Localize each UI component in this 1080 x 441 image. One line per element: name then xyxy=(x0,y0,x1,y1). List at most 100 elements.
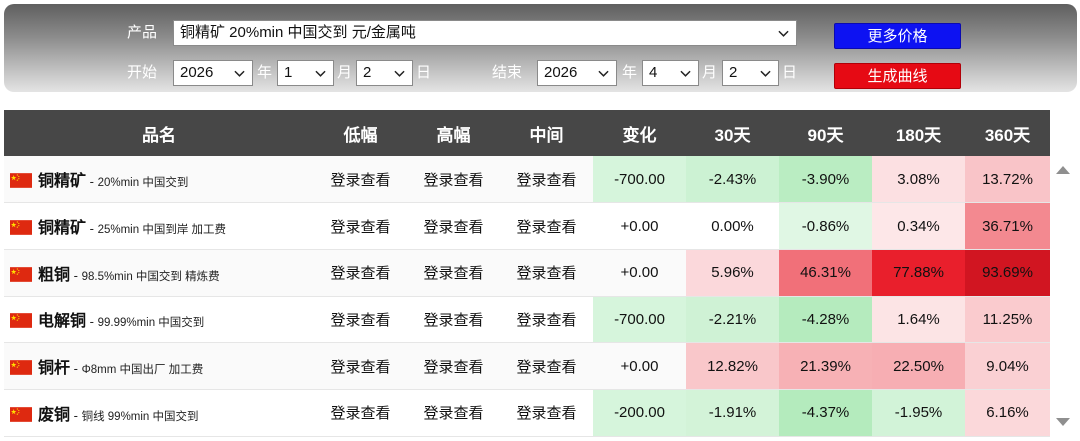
start-month-select[interactable]: 1 xyxy=(277,60,334,86)
cell-d180: -1.95% xyxy=(872,389,965,437)
header-360d[interactable]: 360天 xyxy=(965,110,1050,156)
header-180d[interactable]: 180天 xyxy=(872,110,965,156)
name-separator: - xyxy=(86,221,98,237)
cell-d90: 46.31% xyxy=(779,249,872,297)
login-to-view-link[interactable]: 登录查看 xyxy=(314,249,407,297)
cell-change: -200.00 xyxy=(593,389,686,437)
header-30d[interactable]: 30天 xyxy=(686,110,779,156)
product-cell[interactable]: 铜杆 - Φ8mm 中国出厂 加工费 xyxy=(4,342,314,390)
product-spec: 99.99%min 中国交到 xyxy=(97,317,205,330)
product-cell[interactable]: 铜精矿 - 25%min 中国到岸 加工费 xyxy=(4,202,314,250)
name-separator: - xyxy=(70,267,82,283)
cell-d360: 9.04% xyxy=(965,342,1050,390)
login-to-view-link[interactable]: 登录查看 xyxy=(500,202,593,250)
triangle-up-icon[interactable] xyxy=(1056,166,1070,174)
end-label: 结束 xyxy=(492,64,523,81)
product-cell[interactable]: 粗铜 - 98.5%min 中国交到 精炼费 xyxy=(4,249,314,297)
product-spec: 25%min 中国到岸 加工费 xyxy=(97,224,227,237)
start-year-unit: 年 xyxy=(257,64,273,81)
chevron-down-icon xyxy=(394,70,405,77)
more-prices-button[interactable]: 更多价格 xyxy=(834,23,961,49)
product-select[interactable]: 铜精矿 20%min 中国交到 元/金属吨 xyxy=(173,20,797,46)
login-to-view-link[interactable]: 登录查看 xyxy=(500,156,593,204)
cell-d90: -3.90% xyxy=(779,156,872,204)
header-name[interactable]: 品名 xyxy=(4,110,314,156)
chevron-down-icon xyxy=(680,70,691,77)
login-to-view-link[interactable]: 登录查看 xyxy=(500,296,593,344)
cell-d90: 21.39% xyxy=(779,342,872,390)
name-separator: - xyxy=(70,407,82,423)
login-to-view-link[interactable]: 登录查看 xyxy=(407,202,500,250)
china-flag-icon xyxy=(10,313,32,329)
cell-d90: -4.37% xyxy=(779,389,872,437)
header-low[interactable]: 低幅 xyxy=(314,110,407,156)
login-to-view-link[interactable]: 登录查看 xyxy=(500,342,593,390)
end-day-value: 2 xyxy=(729,64,738,81)
cell-d180: 22.50% xyxy=(872,342,965,390)
product-name: 废铜 xyxy=(38,406,71,424)
login-to-view-link[interactable]: 登录查看 xyxy=(314,342,407,390)
end-month-select[interactable]: 4 xyxy=(642,60,699,86)
product-cell[interactable]: 铜精矿 - 20%min 中国交到 xyxy=(4,156,314,204)
cell-d90: -4.28% xyxy=(779,296,872,344)
table-row[interactable]: 铜精矿 - 20%min 中国交到 登录查看 登录查看 登录查看 -700.00 -2.4… xyxy=(4,156,1050,204)
product-select-value: 铜精矿 20%min 中国交到 元/金属吨 xyxy=(180,24,416,41)
cell-d360: 13.72% xyxy=(965,156,1050,204)
start-year-select[interactable]: 2026 xyxy=(173,60,253,86)
header-high[interactable]: 高幅 xyxy=(407,110,500,156)
login-to-view-link[interactable]: 登录查看 xyxy=(314,389,407,437)
product-cell[interactable]: 废铜 - 铜线 99%min 中国交到 xyxy=(4,389,314,437)
login-to-view-link[interactable]: 登录查看 xyxy=(500,249,593,297)
product-name: 粗铜 xyxy=(38,266,71,284)
end-month-value: 4 xyxy=(649,64,658,81)
table-scrollbar[interactable] xyxy=(1050,156,1076,437)
login-to-view-link[interactable]: 登录查看 xyxy=(407,296,500,344)
china-flag-icon xyxy=(10,360,32,375)
table-row[interactable]: 铜精矿 - 25%min 中国到岸 加工费 登录查看 登录查看 登录查看 +0.00 0.… xyxy=(4,202,1050,250)
china-flag-icon xyxy=(10,266,32,282)
start-day-select[interactable]: 2 xyxy=(356,60,413,86)
cell-change: +0.00 xyxy=(593,342,686,390)
login-to-view-link[interactable]: 登录查看 xyxy=(314,296,407,344)
cell-d30: -2.43% xyxy=(686,156,779,204)
china-flag-icon xyxy=(10,406,32,422)
product-cell[interactable]: 电解铜 - 99.99%min 中国交到 xyxy=(4,296,314,344)
header-change[interactable]: 变化 xyxy=(593,110,686,156)
login-to-view-link[interactable]: 登录查看 xyxy=(500,389,593,437)
generate-curve-button[interactable]: 生成曲线 xyxy=(834,63,961,89)
name-separator: - xyxy=(86,174,98,190)
name-separator: - xyxy=(86,314,98,330)
cell-d30: -2.21% xyxy=(686,296,779,344)
cell-d360: 93.69% xyxy=(965,249,1050,297)
login-to-view-link[interactable]: 登录查看 xyxy=(407,342,500,390)
table-row[interactable]: 铜杆 - Φ8mm 中国出厂 加工费 登录查看 登录查看 登录查看 +0.00 12.82… xyxy=(4,342,1050,390)
end-month-unit: 月 xyxy=(702,64,718,81)
name-separator: - xyxy=(70,361,82,377)
product-name: 电解铜 xyxy=(38,313,87,331)
header-mid[interactable]: 中间 xyxy=(500,110,593,156)
cell-d30: 0.00% xyxy=(686,202,779,250)
table-row[interactable]: 废铜 - 铜线 99%min 中国交到 登录查看 登录查看 登录查看 -200.00 -1… xyxy=(4,389,1050,437)
login-to-view-link[interactable]: 登录查看 xyxy=(314,202,407,250)
end-day-select[interactable]: 2 xyxy=(722,60,779,86)
login-to-view-link[interactable]: 登录查看 xyxy=(407,156,500,204)
start-day-unit: 日 xyxy=(416,64,432,81)
triangle-down-icon[interactable] xyxy=(1056,418,1070,426)
chevron-down-icon xyxy=(778,30,789,37)
start-month-value: 1 xyxy=(284,64,293,81)
login-to-view-link[interactable]: 登录查看 xyxy=(407,389,500,437)
product-spec: Φ8mm 中国出厂 加工费 xyxy=(81,364,204,377)
table-row[interactable]: 粗铜 - 98.5%min 中国交到 精炼费 登录查看 登录查看 登录查看 +0.00 5… xyxy=(4,249,1050,297)
start-year-value: 2026 xyxy=(180,64,214,81)
cell-d30: -1.91% xyxy=(686,389,779,437)
login-to-view-link[interactable]: 登录查看 xyxy=(407,249,500,297)
login-to-view-link[interactable]: 登录查看 xyxy=(314,156,407,204)
cell-d180: 0.34% xyxy=(872,202,965,250)
table-row[interactable]: 电解铜 - 99.99%min 中国交到 登录查看 登录查看 登录查看 -700.00-… xyxy=(4,296,1050,344)
start-day-value: 2 xyxy=(363,64,372,81)
header-90d[interactable]: 90天 xyxy=(779,110,872,156)
product-spec: 98.5%min 中国交到 精炼费 xyxy=(81,270,220,283)
product-name: 铜精矿 xyxy=(38,173,87,191)
end-year-select[interactable]: 2026 xyxy=(537,60,617,86)
table-header: 品名 低幅 高幅 中间 变化 30天 90天 180天 360天 xyxy=(4,110,1050,156)
